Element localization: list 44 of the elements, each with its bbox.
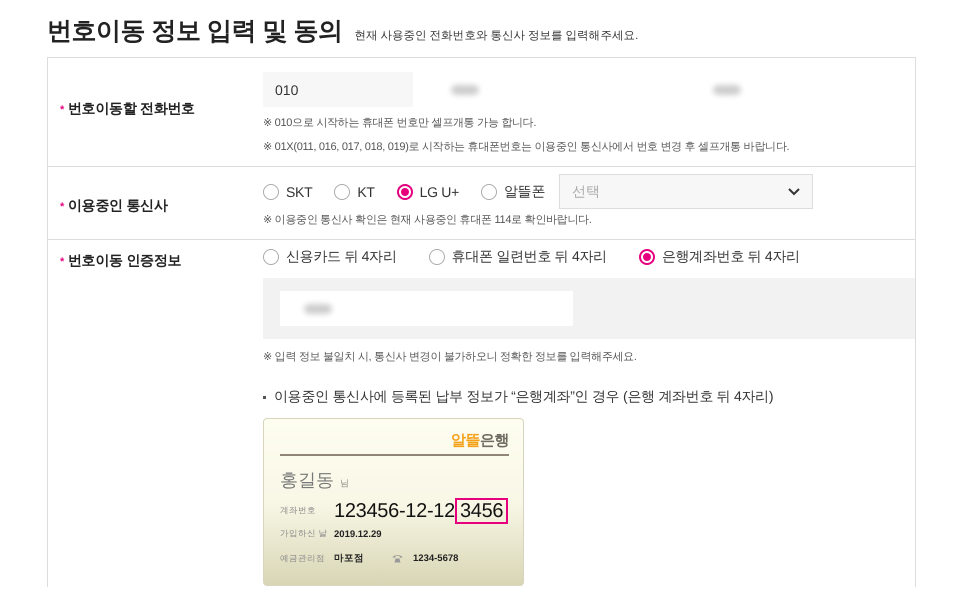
radio-option[interactable]: 은행계좌번호 뒤 4자리 bbox=[638, 248, 800, 266]
branch-label: 예금관리점 bbox=[280, 552, 326, 564]
page-subtitle: 현재 사용중인 전화번호와 통신사 정보를 입력해주세요. bbox=[354, 29, 638, 43]
radio-button[interactable] bbox=[396, 184, 413, 200]
join-date-label: 가입하신 날 bbox=[280, 528, 328, 540]
help-note: ※ 01X(011, 016, 017, 018, 019)로 시작하는 휴대폰번호는 이용중인 통신사에서 번호 변경 후 셀프개통 바랍니다. bbox=[263, 140, 790, 154]
field-label: 이용중인 통신사 bbox=[68, 197, 168, 215]
radio-button[interactable] bbox=[263, 249, 279, 265]
required-mark: * bbox=[60, 201, 64, 213]
account-number-highlight: 3456 bbox=[454, 498, 508, 524]
field-label: 번호이동할 전화번호 bbox=[68, 100, 195, 118]
account-holder-name: 홍길동 bbox=[280, 469, 334, 492]
radio-button[interactable] bbox=[638, 249, 655, 265]
required-mark: * bbox=[60, 256, 64, 268]
field-label: 번호이동 인증정보 bbox=[68, 252, 182, 270]
branch-name: 마포점 bbox=[334, 552, 364, 565]
radio-option[interactable]: 신용카드 뒤 4자리 bbox=[263, 248, 397, 266]
help-note: ※ 010으로 시작하는 휴대폰 번호만 셀프개통 가능 합니다. bbox=[263, 116, 538, 130]
account-number-label: 계좌번호 bbox=[280, 505, 317, 517]
honorific-suffix: 님 bbox=[340, 477, 349, 490]
join-date: 2019.12.29 bbox=[334, 528, 382, 540]
guide-text: 이용중인 통신사에 등록된 납부 정보가 “은행계좌”인 경우 (은행 계좌번호 뒤 4자리) bbox=[274, 388, 774, 406]
verification-field[interactable] bbox=[280, 291, 573, 326]
help-note: ※ 이용중인 통신사 확인은 현재 사용중인 휴대폰 114로 확인바랍니다. bbox=[263, 213, 593, 227]
account-number: 123456-12-12 bbox=[334, 500, 455, 522]
bank-name-accent: 알뜰 bbox=[451, 431, 480, 450]
required-mark: * bbox=[60, 104, 64, 116]
radio-option[interactable]: KT bbox=[334, 184, 375, 200]
chevron-down-icon bbox=[788, 188, 800, 196]
radio-option[interactable]: SKT bbox=[263, 184, 312, 200]
phone-number-field[interactable]: 010 bbox=[263, 72, 413, 107]
radio-option[interactable]: 휴대폰 일련번호 뒤 4자리 bbox=[428, 248, 607, 266]
bank-name: 은행 bbox=[480, 431, 509, 450]
telephone-icon bbox=[392, 554, 403, 563]
branch-phone-number: 1234-5678 bbox=[413, 553, 458, 564]
radio-button[interactable] bbox=[428, 249, 445, 265]
radio-option[interactable]: LG U+ bbox=[396, 184, 459, 200]
radio-button[interactable] bbox=[263, 184, 279, 200]
help-note: ※ 입력 정보 불일치 시, 통신사 변경이 불가하오니 정확한 정보를 입력해주세요. bbox=[263, 350, 638, 364]
radio-option[interactable]: 알뜰폰 bbox=[480, 182, 546, 200]
page-title: 번호이동 정보 입력 및 동의 bbox=[47, 16, 342, 47]
radio-button[interactable] bbox=[334, 184, 350, 200]
radio-button[interactable] bbox=[480, 184, 497, 200]
bullet-icon bbox=[263, 396, 266, 398]
